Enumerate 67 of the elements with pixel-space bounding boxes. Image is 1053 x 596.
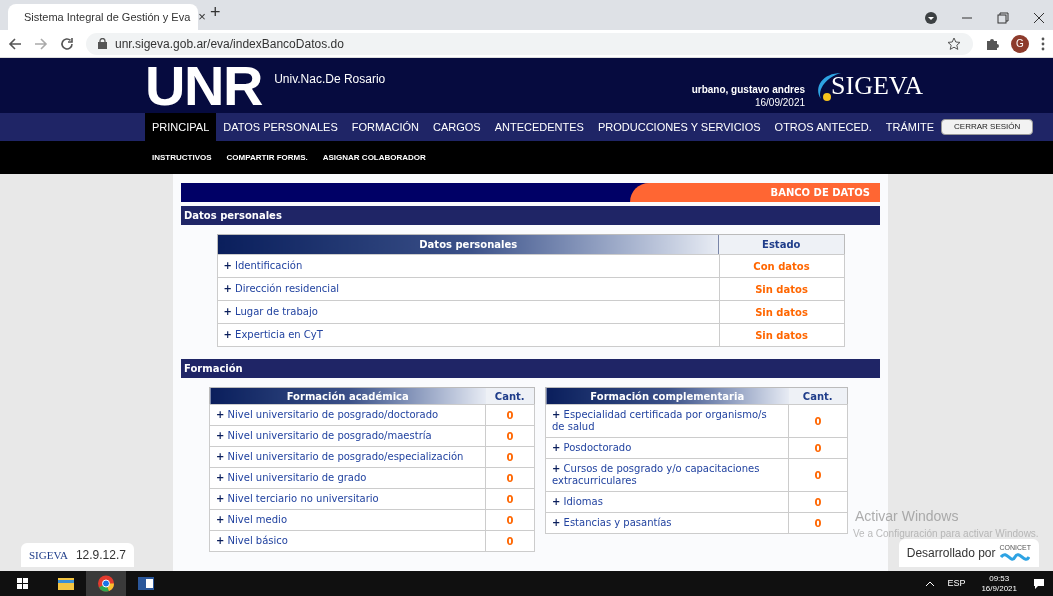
profile-menu-icon[interactable]	[925, 12, 937, 24]
column-header: Formación académica	[209, 387, 486, 405]
table-cell: 0	[485, 425, 535, 447]
table-cell: Sin datos	[719, 300, 844, 324]
logout-button[interactable]: CERRAR SESIÓN	[941, 119, 1034, 135]
nav-tab[interactable]: PRODUCCIONES Y SERVICIOS	[590, 113, 768, 141]
nav-tab[interactable]: OTROS ANTECED.	[767, 113, 879, 141]
nav-tab[interactable]: DATOS PERSONALES	[216, 113, 345, 141]
table-cell: 0	[485, 488, 535, 510]
table-cell: 0	[788, 437, 848, 459]
puzzle-icon[interactable]	[985, 36, 999, 51]
table-cell: 0	[485, 404, 535, 426]
nav-tab[interactable]: PRINCIPAL	[145, 113, 217, 141]
subnav-link[interactable]: INSTRUCTIVOS	[152, 151, 212, 164]
site-subtitle: Univ.Nac.De Rosario	[274, 71, 386, 88]
wave-logo-icon	[1000, 550, 1031, 563]
chevron-up-icon[interactable]	[925, 580, 936, 587]
table-cell: 0	[485, 446, 535, 468]
tab-title: Sistema Integral de Gestión y Eva	[24, 9, 191, 25]
column-header: Estado	[719, 234, 844, 255]
user-date: 16/09/2021	[754, 96, 805, 109]
activation-title: Activar Windows	[854, 508, 959, 526]
site-logo[interactable]: UNR	[145, 57, 263, 114]
developer-text: Desarrollado por	[906, 545, 996, 562]
table-cell: 0	[788, 458, 848, 492]
table-cell: Sin datos	[719, 323, 844, 347]
table-cell: 0	[485, 530, 535, 552]
language-indicator[interactable]: ESP	[947, 576, 966, 591]
chrome-icon[interactable]	[86, 571, 126, 596]
banner-title: BANCO DE DATOS	[630, 183, 880, 202]
star-icon[interactable]	[947, 36, 961, 51]
column-header: Datos personales	[217, 234, 719, 255]
sigeva-logo-text: SIGEVA	[29, 547, 68, 563]
close-icon[interactable]	[1033, 12, 1045, 24]
url-text: unr.sigeva.gob.ar/eva/indexBancoDatos.do	[115, 35, 344, 53]
menu-icon[interactable]	[1041, 36, 1045, 51]
column-header: Cant.	[485, 387, 535, 405]
nav-tab[interactable]: TRÁMITE	[878, 113, 942, 141]
nav-tab[interactable]: ANTECEDENTES	[487, 113, 591, 141]
profile-avatar[interactable]: G	[1011, 34, 1029, 53]
table-cell: 0	[485, 509, 535, 531]
notification-icon[interactable]	[1033, 577, 1045, 590]
new-tab-button[interactable]: +	[210, 0, 221, 26]
column-header: Formación complementaria	[545, 387, 789, 405]
lock-icon	[98, 38, 107, 49]
close-tab-button[interactable]: ×	[198, 7, 206, 27]
subnav-link[interactable]: COMPARTIR FORMS.	[226, 151, 308, 164]
address-bar[interactable]: unr.sigeva.gob.ar/eva/indexBancoDatos.do	[86, 32, 973, 55]
section-title: Datos personales	[181, 206, 880, 225]
table-cell: Sin datos	[719, 277, 844, 301]
table-cell: 0	[788, 404, 848, 438]
restore-icon[interactable]	[997, 12, 1009, 24]
section-title: Formación	[181, 359, 880, 378]
column-header: Cant.	[788, 387, 848, 405]
table-cell: 0	[485, 467, 535, 489]
nav-tab[interactable]: FORMACIÓN	[344, 113, 427, 141]
subnav-link[interactable]: ASIGNAR COLABORADOR	[322, 151, 426, 164]
back-icon[interactable]	[8, 36, 22, 51]
table-cell: Con datos	[719, 254, 844, 278]
table-cell: 0	[788, 512, 848, 534]
reload-icon[interactable]	[60, 36, 74, 51]
version-text: 12.9.12.7	[75, 547, 126, 564]
user-name: urbano, gustavo andres	[691, 84, 805, 97]
taskbar-clock[interactable]: 09:53 16/9/2021	[981, 573, 1017, 594]
nav-tab[interactable]: CARGOS	[426, 113, 488, 141]
brand-name: SIGEVA	[831, 70, 923, 102]
table-cell: 0	[788, 491, 848, 513]
